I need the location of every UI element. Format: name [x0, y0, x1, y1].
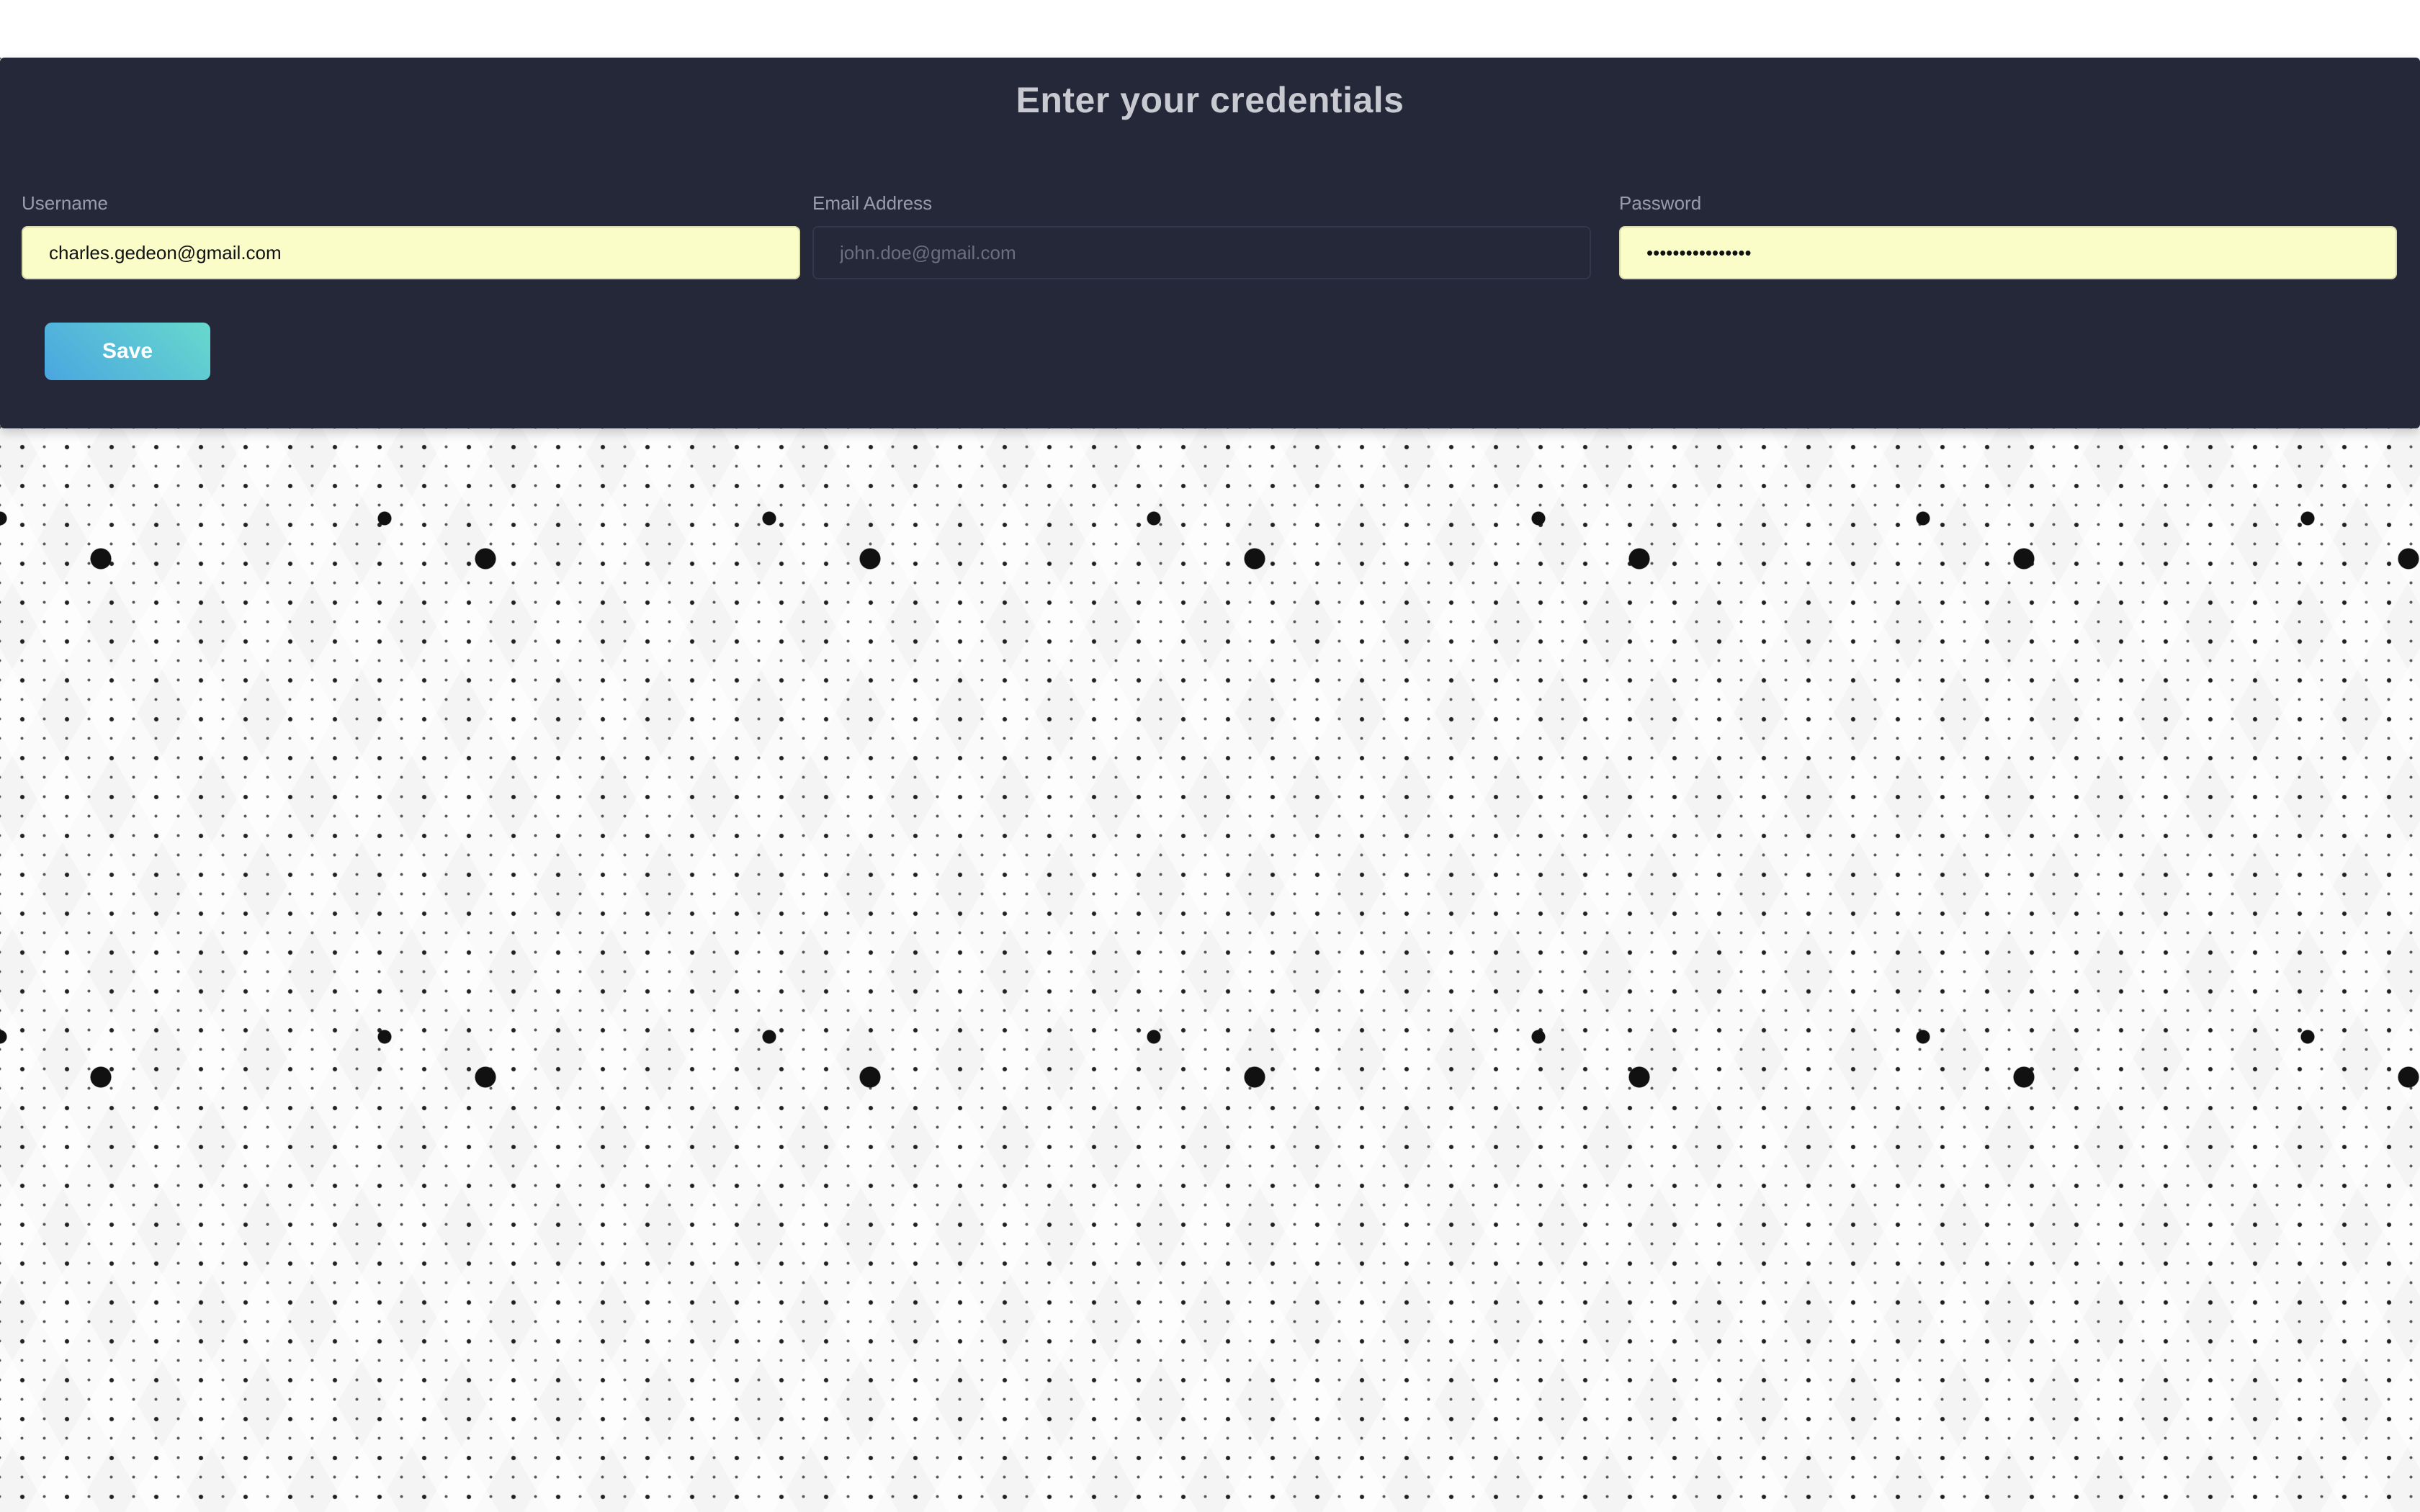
- password-label: Password: [1619, 192, 1702, 214]
- username-input[interactable]: [22, 226, 800, 279]
- page-background: { "form": { "title": "Enter your credent…: [0, 0, 2420, 1512]
- save-button[interactable]: Save: [45, 323, 210, 380]
- form-title: Enter your credentials: [1016, 80, 1404, 120]
- top-strip: [0, 0, 2420, 58]
- email-label: Email Address: [812, 192, 933, 214]
- username-label: Username: [22, 192, 108, 214]
- email-input[interactable]: [812, 226, 1591, 279]
- credentials-panel: Enter your credentials Username Email Ad…: [0, 58, 2420, 428]
- password-input[interactable]: [1619, 226, 2397, 279]
